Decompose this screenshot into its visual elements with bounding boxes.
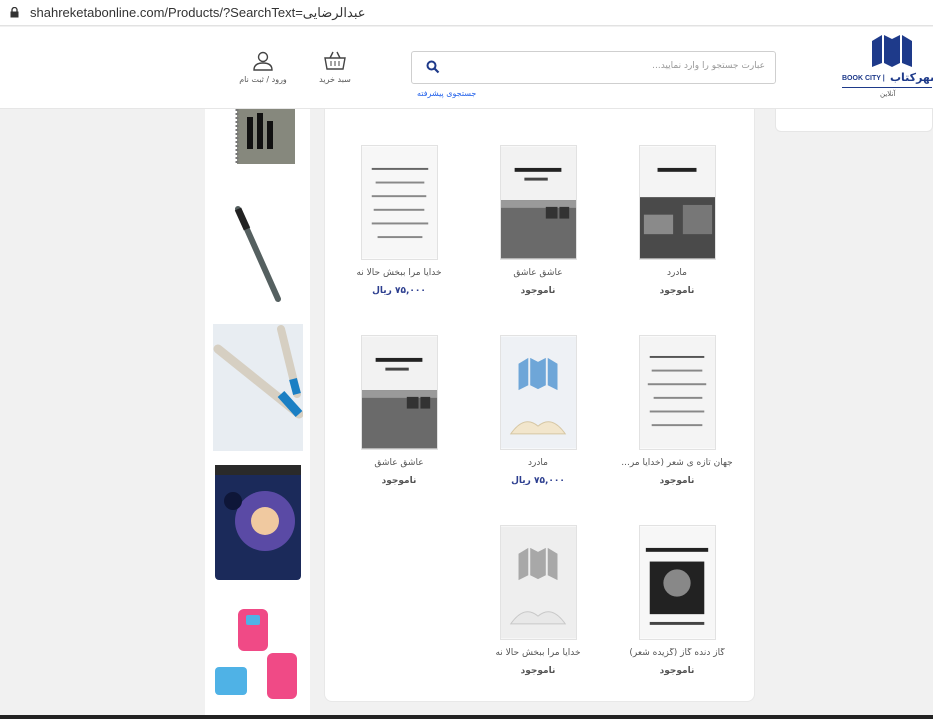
product-card[interactable]: عاشق عاشق ناموجود (468, 145, 608, 325)
sharpener-thumbnail[interactable] (213, 461, 303, 583)
search-input[interactable]: عبارت جستجو را وارد نمایید... (652, 61, 765, 71)
product-status: ناموجود (381, 476, 417, 486)
book-cover-image[interactable] (361, 145, 438, 260)
book-cover-image[interactable] (639, 335, 716, 450)
product-status: ناموجود (520, 286, 556, 296)
login-label: ورود / ثبت نام (239, 75, 287, 84)
login-button[interactable]: ورود / ثبت نام (233, 51, 293, 111)
book-city-logo-icon (872, 35, 912, 67)
product-title[interactable]: خدایا مرا ببخش حالا نه (468, 648, 608, 658)
product-status: ناموجود (659, 666, 695, 676)
product-card[interactable]: عاشق عاشق ناموجود (329, 335, 469, 515)
product-status: ناموجود (520, 666, 556, 676)
search-results-panel: مادرد ناموجود عاشق عاشق ناموجود خدایا مر… (324, 109, 755, 702)
browser-address-bar[interactable]: shahreketabonline.com/Products/?SearchTe… (0, 0, 933, 26)
product-title[interactable]: مادرد (468, 458, 608, 468)
filter-panel (775, 109, 933, 132)
product-title[interactable]: مادرد (607, 268, 747, 278)
product-title[interactable]: عاشق عاشق (329, 458, 469, 468)
book-cover-placeholder[interactable] (500, 335, 577, 450)
related-products-column (205, 109, 310, 719)
cart-button[interactable]: سبد خرید (305, 51, 365, 111)
logo-text-fa: شهرکتاب (890, 71, 933, 84)
sharpeners-pink-thumbnail[interactable] (213, 603, 303, 703)
product-title[interactable]: جهان تازه ی شعر (خدایا مر... (607, 458, 747, 468)
product-card[interactable]: جهان تازه ی شعر (خدایا مر... ناموجود (607, 335, 747, 515)
book-cover-image[interactable] (639, 145, 716, 260)
notebook-thumbnail[interactable] (213, 109, 303, 169)
search-box[interactable]: عبارت جستجو را وارد نمایید... (411, 51, 776, 84)
product-status: ناموجود (659, 476, 695, 486)
window-bottom-edge (0, 715, 933, 719)
pen-thumbnail[interactable] (213, 201, 303, 306)
book-cover-image[interactable] (639, 525, 716, 640)
product-card[interactable]: خدایا مرا ببخش حالا نه ۷۵,۰۰۰ ریال (329, 145, 469, 325)
product-status: ناموجود (659, 286, 695, 296)
url-text[interactable]: shahreketabonline.com/Products/?SearchTe… (30, 5, 366, 21)
book-cover-image[interactable] (361, 335, 438, 450)
product-card[interactable]: خدایا مرا ببخش حالا نه ناموجود (468, 525, 608, 705)
product-title[interactable]: خدایا مرا ببخش حالا نه (329, 268, 469, 278)
book-cover-image[interactable] (500, 145, 577, 260)
product-card[interactable]: مادرد ناموجود (607, 145, 747, 325)
pens-thumbnail[interactable] (213, 324, 303, 451)
product-price: ۷۵,۰۰۰ ریال (511, 476, 565, 486)
product-card[interactable]: مادرد ۷۵,۰۰۰ ریال (468, 335, 608, 515)
product-card[interactable]: گاز دنده گاز (گزیده شعر) ناموجود (607, 525, 747, 705)
site-header: BOOK CITY | شهرکتاب آنلاین عبارت جستجو ر… (0, 27, 933, 109)
lock-icon (10, 7, 19, 18)
basket-icon (324, 51, 346, 70)
advanced-search-link[interactable]: جستجوی پیشرفته (417, 89, 476, 98)
user-icon (253, 51, 273, 71)
product-title[interactable]: عاشق عاشق (468, 268, 608, 278)
cart-label: سبد خرید (319, 75, 351, 84)
product-title[interactable]: گاز دنده گاز (گزیده شعر) (607, 648, 747, 658)
product-price: ۷۵,۰۰۰ ریال (372, 286, 426, 296)
book-cover-placeholder[interactable] (500, 525, 577, 640)
site-logo[interactable]: BOOK CITY | شهرکتاب آنلاین (840, 33, 933, 105)
logo-divider (842, 87, 932, 88)
search-icon[interactable] (426, 60, 440, 74)
logo-subtitle: آنلاین (880, 90, 896, 98)
logo-text-en: BOOK CITY | (842, 75, 885, 82)
